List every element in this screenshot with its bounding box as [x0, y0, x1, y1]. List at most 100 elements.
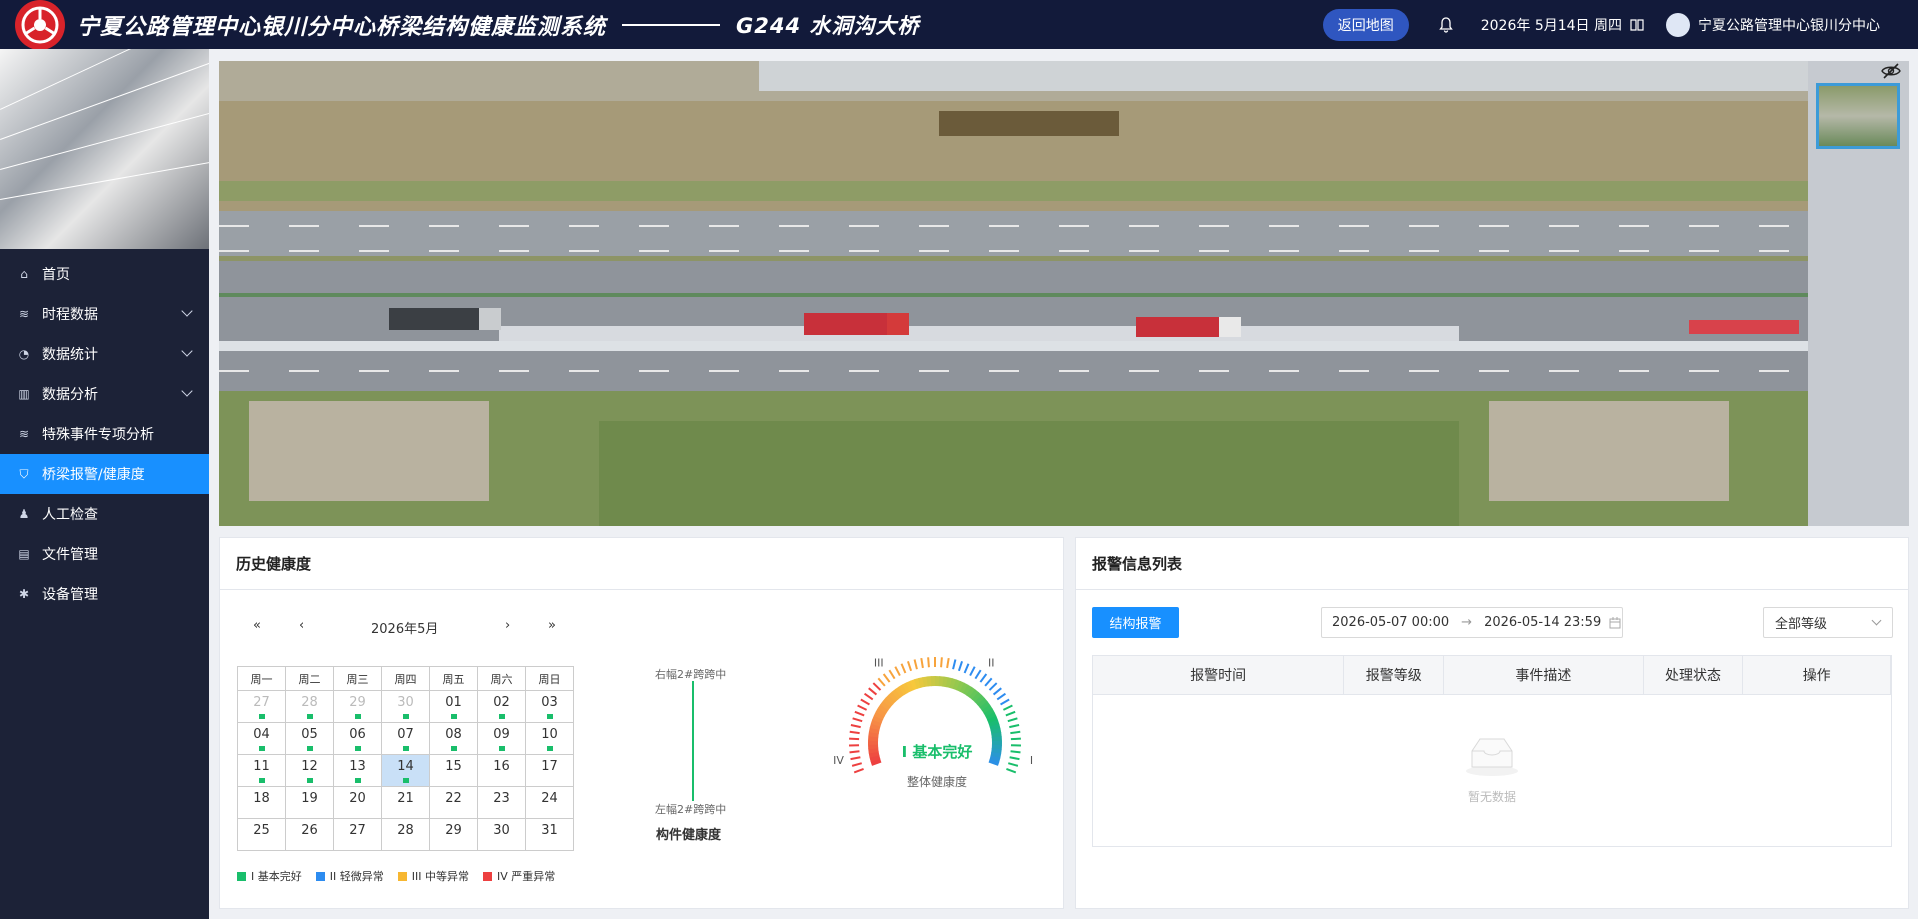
calendar-day[interactable]: 25	[237, 818, 286, 851]
gauge-tick	[1010, 737, 1021, 741]
gauge-tick	[1009, 756, 1020, 761]
user-name[interactable]: 宁夏公路管理中心银川分中心	[1698, 15, 1880, 35]
gauge-tick	[882, 673, 891, 683]
sidebar-item-label: 文件管理	[42, 547, 98, 563]
eye-off-icon[interactable]	[1881, 63, 1901, 79]
calendar-day[interactable]: 30	[477, 818, 526, 851]
gauge-tick	[863, 692, 874, 701]
calendar-day-number: 01	[445, 695, 462, 710]
calendar-day[interactable]: 09	[477, 722, 526, 755]
gauge-tick	[877, 677, 886, 687]
calendar-day[interactable]: 23	[477, 786, 526, 819]
gauge-tick	[1010, 730, 1021, 735]
calendar-day[interactable]: 27	[237, 690, 286, 723]
structure-alarm-tab[interactable]: 结构报警	[1092, 607, 1179, 638]
calendar-day[interactable]: 28	[285, 690, 334, 723]
bridge-photo-panel	[219, 61, 1909, 526]
sidebar-item-1[interactable]: ⌂ 首页	[0, 254, 209, 294]
calendar-day[interactable]: 29	[333, 690, 382, 723]
calendar-day[interactable]: 22	[429, 786, 478, 819]
calendar-day-number: 15	[445, 759, 462, 774]
calendar-day-number: 04	[253, 727, 270, 742]
book-icon[interactable]	[1630, 18, 1644, 32]
calendar-day[interactable]: 29	[429, 818, 478, 851]
calendar-day[interactable]: 17	[525, 754, 574, 787]
back-to-map-button[interactable]: 返回地图	[1322, 8, 1409, 41]
calendar-day[interactable]: 16	[477, 754, 526, 787]
calendar-day-number: 27	[253, 695, 270, 710]
system-title: 宁夏公路管理中心银川分中心桥梁结构健康监测系统	[77, 14, 607, 40]
calendar-day[interactable]: 27	[333, 818, 382, 851]
level-select[interactable]: 全部等级	[1763, 607, 1893, 638]
calendar-day-number: 25	[253, 823, 270, 838]
calendar-day[interactable]: 05	[285, 722, 334, 755]
gauge-tick	[1000, 698, 1010, 706]
calendar-day-number: 02	[493, 695, 510, 710]
health-status-dot	[258, 714, 265, 719]
user-icon: ♟	[18, 507, 30, 521]
calendar-day[interactable]: 13	[333, 754, 382, 787]
gauge-tick	[920, 657, 924, 669]
gauge-tick	[854, 710, 865, 717]
calendar-grid: 周一 周二 周三 周四 周五 周六 周日 27 28 29 30 01 02 03 04 05 06 07 08 0…	[237, 666, 574, 851]
calendar-day[interactable]: 12	[285, 754, 334, 787]
prev-year-button[interactable]: «	[253, 618, 261, 633]
photo-thumbnail[interactable]	[1816, 83, 1900, 149]
calendar-day[interactable]: 07	[381, 722, 430, 755]
gauge-tick	[913, 659, 918, 670]
column-header: 报警等级	[1344, 656, 1445, 694]
gauge-tick	[900, 663, 907, 674]
calendar-day[interactable]: 11	[237, 754, 286, 787]
sidebar-item-9[interactable]: ✱ 设备管理	[0, 574, 209, 614]
panel-title: 报警信息列表	[1076, 538, 1908, 590]
gauge-tick	[852, 717, 863, 723]
calendar-day[interactable]: 10	[525, 722, 574, 755]
health-status-dot	[450, 746, 457, 751]
sidebar-item-label: 人工检查	[42, 507, 98, 523]
calendar-day-number: 21	[397, 791, 414, 806]
sidebar-item-7[interactable]: ♟ 人工检查	[0, 494, 209, 534]
calendar-day[interactable]: 03	[525, 690, 574, 723]
date-range-picker[interactable]: 2026-05-07 00:00 → 2026-05-14 23:59	[1321, 607, 1623, 638]
sidebar-item-3[interactable]: ◔ 数据统计	[0, 334, 209, 374]
sidebar-item-6[interactable]: ⛉ 桥梁报警/健康度	[0, 454, 209, 494]
calendar-day[interactable]: 26	[285, 818, 334, 851]
calendar-day-number: 26	[301, 823, 318, 838]
calendar-day[interactable]: 20	[333, 786, 382, 819]
calendar-day[interactable]: 21	[381, 786, 430, 819]
calendar-day[interactable]: 08	[429, 722, 478, 755]
sidebar-item-5[interactable]: ≋ 特殊事件专项分析	[0, 414, 209, 454]
bell-icon[interactable]	[1438, 16, 1453, 33]
sidebar-item-2[interactable]: ≋ 时程数据	[0, 294, 209, 334]
panel-title: 历史健康度	[220, 538, 1063, 590]
calendar-day[interactable]: 24	[525, 786, 574, 819]
calendar-day[interactable]: 14	[381, 754, 430, 787]
calendar-day[interactable]: 28	[381, 818, 430, 851]
shield-icon: ⛉	[19, 466, 29, 481]
calendar-day[interactable]: 15	[429, 754, 478, 787]
calendar-day-number: 03	[541, 695, 558, 710]
alarm-list-panel: 报警信息列表 结构报警 2026-05-07 00:00 → 2026-05-1…	[1075, 537, 1909, 909]
bridge-title: G244 水洞沟大桥	[736, 13, 920, 38]
calendar-day[interactable]: 01	[429, 690, 478, 723]
sidebar-item-4[interactable]: ▥ 数据分析	[0, 374, 209, 414]
calendar-day[interactable]: 06	[333, 722, 382, 755]
calendar-day[interactable]: 19	[285, 786, 334, 819]
sidebar-item-8[interactable]: ▤ 文件管理	[0, 534, 209, 574]
gauge-tick	[963, 663, 970, 674]
calendar-day[interactable]: 04	[237, 722, 286, 755]
next-month-button[interactable]: ›	[505, 618, 510, 633]
prev-month-button[interactable]: ‹	[299, 618, 304, 633]
calendar-day-number: 06	[349, 727, 366, 742]
gauge-tick	[1009, 724, 1020, 729]
calendar-day[interactable]: 18	[237, 786, 286, 819]
calendar-day[interactable]: 31	[525, 818, 574, 851]
current-date: 2026年 5月14日 周四	[1480, 17, 1622, 34]
next-year-button[interactable]: »	[548, 618, 556, 633]
calendar-day[interactable]: 02	[477, 690, 526, 723]
calendar-day[interactable]: 30	[381, 690, 430, 723]
top-header: 宁夏公路管理中心银川分中心桥梁结构健康监测系统 G244 水洞沟大桥 返回地图 …	[0, 0, 1918, 50]
empty-text: 暂无数据	[1467, 790, 1516, 804]
gauge-tick	[988, 682, 998, 691]
avatar[interactable]	[1666, 12, 1690, 37]
